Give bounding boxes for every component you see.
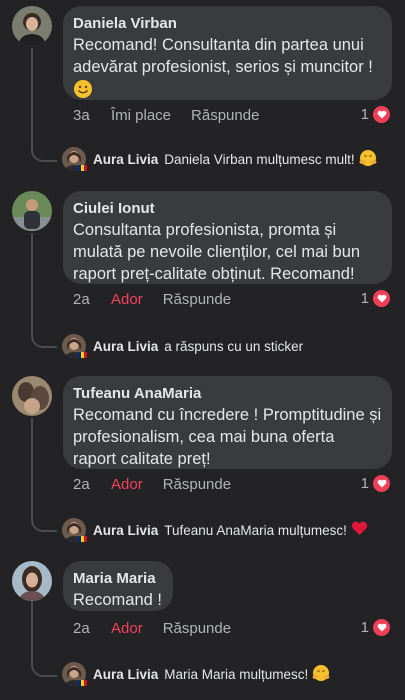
reply-item[interactable]: Aura Livia Daniela Virban mulțumesc mult…: [62, 147, 377, 171]
reaction-count[interactable]: 1: [361, 289, 391, 308]
comment-text: Recomand !: [73, 591, 162, 609]
red-heart-emoji-icon: [351, 521, 368, 539]
reply-text: Daniela Virban mulțumesc mult!: [164, 151, 355, 167]
reply-button[interactable]: Răspunde: [191, 107, 259, 124]
hugging-emoji-icon: [359, 149, 377, 170]
comment-actions: 3a Îmi place Răspunde: [73, 105, 393, 125]
hugging-emoji-icon: [312, 664, 330, 685]
reply-item[interactable]: Aura Livia Maria Maria mulțumesc!: [62, 662, 330, 686]
comment-bubble[interactable]: Daniela Virban Recomand! Consultanta din…: [63, 6, 392, 100]
reply-author[interactable]: Aura Livia: [93, 523, 158, 538]
reply-author[interactable]: Aura Livia: [93, 339, 158, 354]
comment-author[interactable]: Daniela Virban: [73, 14, 382, 34]
reaction-count[interactable]: 1: [361, 474, 391, 493]
comment-actions: 2a Ador Răspunde: [73, 289, 393, 309]
like-button[interactable]: Îmi place: [111, 107, 171, 124]
comment-text: Recomand cu încredere ! Promptitudine și…: [73, 406, 382, 468]
heart-reaction-icon: [372, 289, 391, 308]
comment-bubble[interactable]: Tufeanu AnaMaria Recomand cu încredere !…: [63, 376, 392, 469]
comment-time[interactable]: 3a: [73, 107, 111, 124]
comment-text: Consultanta profesionista, promta și mul…: [73, 221, 361, 283]
love-button[interactable]: Ador: [111, 476, 143, 493]
reply-text: a răspuns cu un sticker: [164, 338, 304, 354]
comment-bubble[interactable]: Maria Maria Recomand !: [63, 561, 173, 611]
smile-emoji-icon: [73, 79, 93, 104]
flag-icon: [78, 680, 87, 686]
heart-reaction-icon: [372, 105, 391, 124]
comment-actions: 2a Ador Răspunde: [73, 474, 393, 494]
comment-time[interactable]: 2a: [73, 291, 111, 308]
avatar[interactable]: [12, 191, 52, 231]
comment-bubble[interactable]: Ciulei Ionut Consultanta profesionista, …: [63, 191, 392, 284]
comment-actions: 2a Ador Răspunde: [73, 618, 393, 638]
reply-text: Maria Maria mulțumesc!: [164, 666, 309, 682]
flag-icon: [78, 165, 87, 171]
reaction-count[interactable]: 1: [361, 618, 391, 637]
reply-button[interactable]: Răspunde: [163, 291, 231, 308]
reply-author[interactable]: Aura Livia: [93, 667, 158, 682]
comment-author[interactable]: Ciulei Ionut: [73, 199, 382, 219]
reaction-count-value: 1: [360, 619, 369, 636]
reply-item[interactable]: Aura Livia a răspuns cu un sticker: [62, 334, 303, 358]
reply-button[interactable]: Răspunde: [163, 476, 231, 493]
comment-time[interactable]: 2a: [73, 620, 111, 637]
comment-author[interactable]: Maria Maria: [73, 569, 163, 589]
comment-text: Recomand! Consultanta din partea unui ad…: [73, 36, 373, 76]
avatar[interactable]: [12, 561, 52, 601]
reaction-count-value: 1: [360, 290, 369, 307]
comment-time[interactable]: 2a: [73, 476, 111, 493]
reply-author[interactable]: Aura Livia: [93, 152, 158, 167]
comment-author[interactable]: Tufeanu AnaMaria: [73, 384, 382, 404]
heart-reaction-icon: [372, 474, 391, 493]
flag-icon: [78, 536, 87, 542]
heart-reaction-icon: [372, 618, 391, 637]
love-button[interactable]: Ador: [111, 291, 143, 308]
avatar[interactable]: [12, 6, 52, 46]
reaction-count-value: 1: [360, 475, 369, 492]
flag-icon: [78, 352, 87, 358]
reaction-count-value: 1: [360, 106, 369, 123]
reply-item[interactable]: Aura Livia Tufeanu AnaMaria mulțumesc!: [62, 518, 368, 542]
avatar[interactable]: [12, 376, 52, 416]
reply-button[interactable]: Răspunde: [163, 620, 231, 637]
reaction-count[interactable]: 1: [361, 105, 391, 124]
reply-text: Tufeanu AnaMaria mulțumesc!: [164, 522, 347, 538]
love-button[interactable]: Ador: [111, 620, 143, 637]
